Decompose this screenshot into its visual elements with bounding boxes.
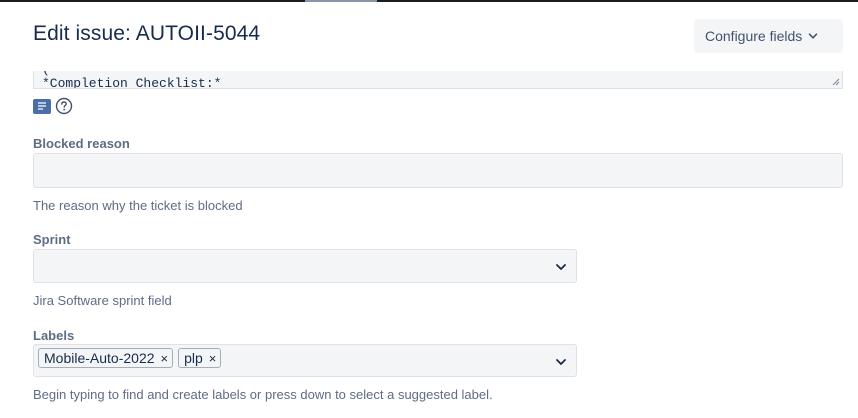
chevron-down-icon [809,33,818,39]
configure-fields-label: Configure fields [705,28,803,44]
labels-picker[interactable]: Mobile-Auto-2022 × plp × [33,344,577,377]
configure-fields-button[interactable]: Configure fields [694,19,843,53]
blocked-reason-description: The reason why the ticket is blocked [33,198,243,213]
label-tag: Mobile-Auto-2022 × [38,348,174,368]
help-icon[interactable] [55,97,73,115]
top-border-highlight [305,0,377,2]
label-tag: plp × [178,348,222,368]
blocked-reason-input[interactable] [33,153,843,188]
label-tag-text: Mobile-Auto-2022 [44,350,155,366]
label-tag-text: plp [184,350,203,366]
sprint-description: Jira Software sprint field [33,293,172,308]
dialog-title: Edit issue: AUTOII-5044 [33,22,261,45]
labels-description: Begin typing to find and create labels o… [33,387,493,402]
description-textarea[interactable]: ( *Completion Checklist:* [33,71,843,89]
sprint-label: Sprint [33,232,71,247]
remove-label-icon[interactable]: × [209,351,217,366]
remove-label-icon[interactable]: × [161,351,169,366]
text-mode-icon[interactable] [33,98,51,114]
description-visible-line: *Completion Checklist:* [42,76,222,89]
blocked-reason-label: Blocked reason [33,136,130,151]
editor-toolbar [33,97,73,115]
labels-label: Labels [33,328,75,343]
resize-grip-icon[interactable] [832,78,840,86]
sprint-select[interactable] [33,249,577,283]
label-tags: Mobile-Auto-2022 × plp × [38,348,222,368]
edit-issue-dialog: Edit issue: AUTOII-5044 Configure fields… [0,0,858,418]
top-border [0,0,858,2]
chevron-down-icon [556,264,566,270]
chevron-down-icon[interactable] [555,357,567,367]
